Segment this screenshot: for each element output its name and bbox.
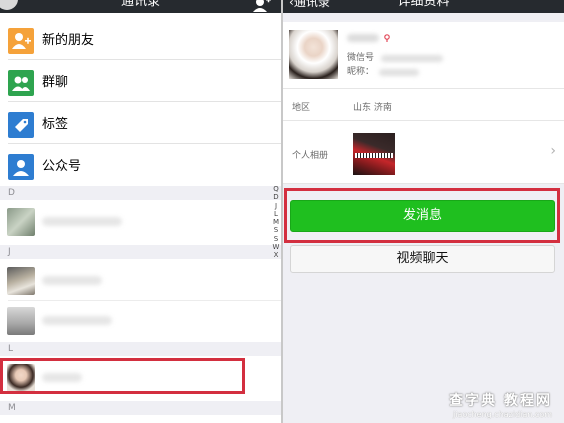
menu-item-label: 群聊	[42, 75, 69, 90]
section-header-j: J	[0, 245, 281, 259]
index-letter[interactable]: W	[271, 243, 281, 251]
section-header-d: D	[0, 186, 281, 200]
index-letter[interactable]: M	[271, 218, 281, 226]
highlight-box	[0, 358, 245, 394]
contact-detail-panel: ‹通讯录 详细资料 ••• 微信号 昵称： 地区 山东 济南 个人相册 › 发消…	[283, 0, 564, 423]
watermark: 查字典 教程网 jiaocheng.chazidian.com	[449, 393, 552, 419]
region-label: 地区	[292, 103, 311, 113]
gender-icon	[384, 34, 390, 42]
add-contact-icon[interactable]	[253, 0, 271, 12]
index-letter[interactable]: X	[271, 251, 281, 259]
send-message-button[interactable]: 发消息	[290, 200, 555, 232]
index-letter[interactable]: S	[271, 235, 281, 243]
index-letter[interactable]: S	[271, 226, 281, 234]
region-row: 地区 山东 济南	[283, 88, 564, 121]
page-title: 通讯录	[120, 0, 160, 9]
index-letter[interactable]: J	[271, 202, 281, 210]
nickname-label: 昵称：	[347, 67, 375, 77]
album-row[interactable]: 个人相册 ›	[283, 121, 564, 184]
tag-icon	[8, 112, 34, 138]
page-title: 详细资料	[397, 0, 450, 9]
menu-item-label: 公众号	[42, 159, 82, 174]
list-item[interactable]	[0, 202, 281, 242]
profile-card: 微信号 昵称：	[283, 22, 564, 88]
menu-item-label: 新的朋友	[42, 33, 95, 48]
group-chat-icon	[8, 70, 34, 96]
menu-item-tags[interactable]: 标签	[0, 107, 281, 149]
index-letter[interactable]: Q	[271, 185, 281, 193]
menu-item-new-friends[interactable]: 新的朋友	[0, 23, 281, 65]
detail-nav-bar: ‹通讯录 详细资料 •••	[283, 0, 564, 13]
divider	[8, 101, 281, 102]
menu-item-group-chat[interactable]: 群聊	[0, 65, 281, 107]
chevron-right-icon: ›	[550, 143, 556, 159]
official-account-icon	[8, 154, 34, 180]
avatar[interactable]	[289, 30, 338, 79]
section-header-l: L	[0, 342, 281, 356]
section-header-m: M	[0, 401, 281, 415]
new-friend-icon	[8, 28, 34, 54]
region-value: 山东 济南	[353, 103, 392, 113]
avatar	[7, 208, 35, 236]
avatar	[7, 267, 35, 295]
album-label: 个人相册	[292, 151, 329, 161]
index-letter[interactable]: D	[271, 193, 281, 201]
contacts-nav-bar: 通讯录	[0, 0, 281, 13]
list-item[interactable]	[0, 261, 281, 301]
list-item[interactable]	[0, 301, 281, 341]
avatar	[7, 307, 35, 335]
alphabet-index[interactable]: Q D J L M S S W X	[271, 185, 281, 260]
menu-item-label: 标签	[42, 117, 69, 132]
album-photo[interactable]	[353, 133, 395, 175]
divider	[8, 143, 281, 144]
divider	[8, 59, 281, 60]
more-icon[interactable]: •••	[530, 0, 556, 7]
contacts-panel: 通讯录 新的朋友 群聊 标签 公众号 D J L M Q D J L M S S…	[0, 0, 281, 423]
video-chat-button[interactable]: 视频聊天	[290, 245, 555, 273]
wechat-id-label: 微信号	[347, 53, 375, 63]
menu-item-official-accounts[interactable]: 公众号	[0, 149, 281, 191]
index-letter[interactable]: L	[271, 210, 281, 218]
